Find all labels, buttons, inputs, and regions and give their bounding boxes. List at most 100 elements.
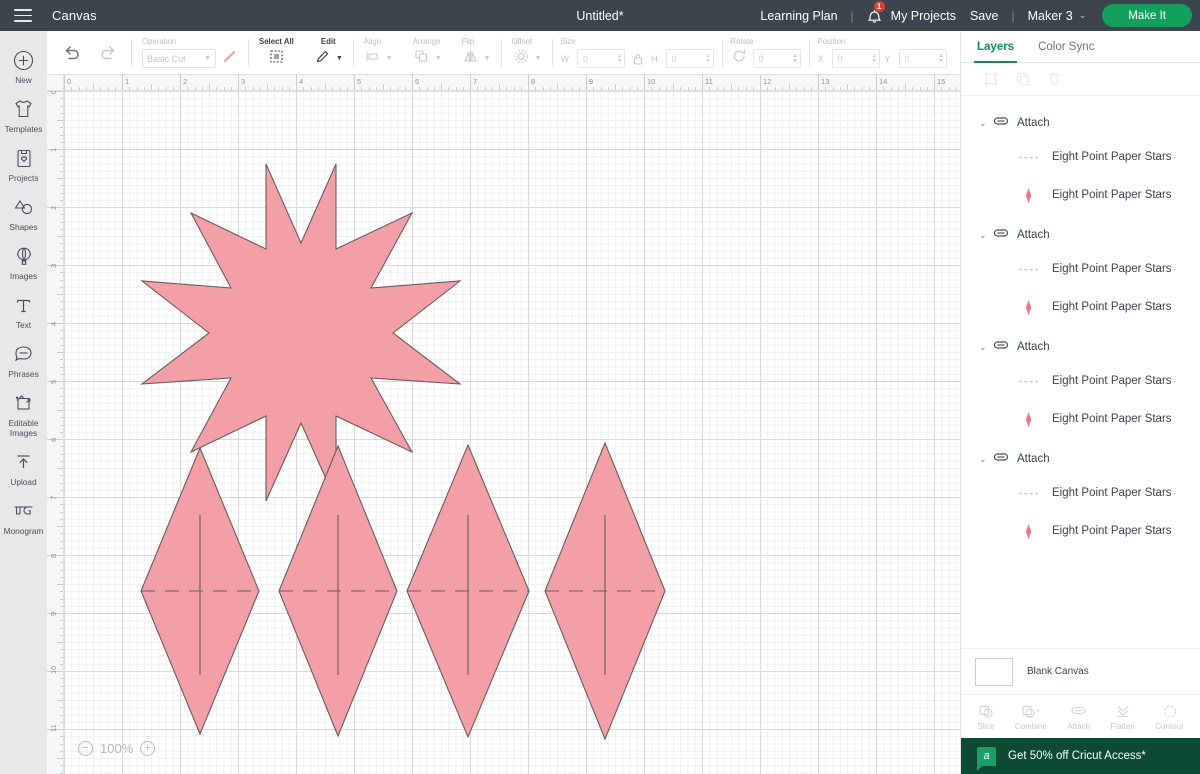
layer-item-cut[interactable]: Eight Point Paper Stars bbox=[961, 288, 1200, 326]
notification-bell-icon[interactable]: 1 bbox=[867, 0, 885, 24]
tab-layers[interactable]: Layers bbox=[973, 31, 1018, 63]
cricut-access-promo-banner[interactable]: a Get 50% off Cricut Access* bbox=[961, 738, 1200, 774]
rail-item-monogram[interactable]: Monogram bbox=[0, 492, 47, 541]
y-input[interactable]: 0 ▲ ▼ bbox=[898, 49, 947, 68]
diamond-shape-3[interactable] bbox=[406, 443, 530, 739]
layer-group-attach[interactable]: ⌄ Attach bbox=[961, 332, 1200, 362]
diamond-shape-2[interactable] bbox=[278, 444, 398, 738]
layer-item-cut[interactable]: Eight Point Paper Stars bbox=[961, 400, 1200, 438]
stepper-icon[interactable]: ▲ ▼ bbox=[872, 53, 877, 64]
align-icon[interactable] bbox=[364, 49, 381, 69]
blank-canvas-label: Blank Canvas bbox=[1027, 666, 1089, 677]
ruler-minor-tick bbox=[136, 87, 138, 90]
rail-item-upload[interactable]: Upload bbox=[0, 443, 47, 492]
x-input[interactable]: 0 ▲ ▼ bbox=[831, 49, 880, 68]
layer-group-attach[interactable]: ⌄ Attach bbox=[961, 108, 1200, 138]
layers-list[interactable]: ⌄ Attach Eight Point Paper Stars Eight P… bbox=[961, 96, 1200, 648]
layer-group-attach[interactable]: ⌄ Attach bbox=[961, 220, 1200, 250]
attach-paperclip-icon bbox=[993, 114, 1010, 132]
canvas-color-swatch[interactable] bbox=[975, 657, 1013, 686]
chevron-down-icon[interactable]: ⌄ bbox=[979, 230, 993, 241]
ruler-tick bbox=[354, 75, 355, 90]
offset-icon[interactable] bbox=[512, 48, 530, 70]
rail-item-text[interactable]: Text bbox=[0, 286, 47, 335]
chevron-down-icon[interactable]: ▼ bbox=[484, 55, 491, 62]
contour-button[interactable]: Contour bbox=[1155, 703, 1184, 731]
edit-group[interactable]: Edit ▼ bbox=[304, 31, 353, 75]
rotate-input[interactable]: 0 ▲ ▼ bbox=[752, 49, 801, 68]
operation-select[interactable]: Basic Cut ▼ bbox=[142, 49, 216, 68]
rail-item-images[interactable]: Images bbox=[0, 237, 47, 286]
hamburger-menu-icon[interactable] bbox=[14, 9, 32, 22]
height-input[interactable]: 0 ▲ ▼ bbox=[665, 49, 714, 68]
undo-button[interactable] bbox=[63, 45, 82, 60]
blank-canvas-row[interactable]: Blank Canvas bbox=[961, 648, 1200, 694]
rail-label: New bbox=[15, 75, 32, 85]
stepper-icon[interactable]: ▲ ▼ bbox=[793, 53, 798, 64]
stepper-icon[interactable]: ▲ ▼ bbox=[706, 53, 711, 64]
ruler-minor-tick bbox=[60, 315, 63, 317]
top-bar: Canvas Untitled* Learning Plan | 1 My Pr… bbox=[0, 0, 1200, 31]
layer-item-score[interactable]: Eight Point Paper Stars bbox=[961, 474, 1200, 512]
rail-item-projects[interactable]: Projects bbox=[0, 139, 47, 188]
machine-selector[interactable]: Maker 3 bbox=[1028, 9, 1073, 23]
layer-label: Eight Point Paper Stars bbox=[1052, 487, 1172, 499]
canvas-area[interactable]: 0 1 2 3 4 5 6 7 8 9 10 11 12 13 14 15 0 1 2 3 4 5 6 7 8 9 10 11 bbox=[47, 75, 960, 774]
my-projects-link[interactable]: My Projects bbox=[891, 9, 956, 23]
layer-item-score[interactable]: Eight Point Paper Stars bbox=[961, 138, 1200, 176]
chevron-down-icon[interactable]: ⌄ bbox=[979, 342, 993, 353]
rail-item-phrases[interactable]: Phrases bbox=[0, 335, 47, 384]
stepper-icon[interactable]: ▲ ▼ bbox=[617, 53, 622, 64]
width-input[interactable]: 0 ▲ ▼ bbox=[577, 49, 625, 68]
rotate-icon[interactable] bbox=[731, 48, 748, 69]
diamond-shape-1[interactable] bbox=[140, 446, 260, 736]
zoom-in-button[interactable]: + bbox=[140, 741, 156, 756]
redo-button[interactable] bbox=[98, 45, 117, 60]
eight-point-star-shape[interactable] bbox=[140, 163, 462, 502]
zoom-out-button[interactable]: − bbox=[78, 741, 93, 756]
rail-item-templates[interactable]: Templates bbox=[0, 90, 47, 139]
make-it-button[interactable]: Make It bbox=[1102, 4, 1192, 27]
pencil-icon[interactable] bbox=[314, 48, 331, 70]
arrange-icon[interactable] bbox=[413, 48, 430, 69]
save-button[interactable]: Save bbox=[970, 9, 999, 23]
chevron-down-icon[interactable]: ▼ bbox=[435, 55, 442, 62]
rail-item-new[interactable]: New bbox=[0, 41, 47, 90]
flatten-button[interactable]: Flatten bbox=[1110, 703, 1135, 731]
canvas-label[interactable]: Canvas bbox=[52, 8, 97, 23]
chevron-down-icon[interactable]: ▼ bbox=[336, 55, 343, 62]
diamond-shape-4[interactable] bbox=[544, 441, 666, 741]
combine-button[interactable]: Combine bbox=[1015, 703, 1047, 731]
chevron-down-icon[interactable]: ▼ bbox=[535, 55, 542, 62]
layer-group-attach[interactable]: ⌄ Attach bbox=[961, 444, 1200, 474]
attach-button[interactable]: Attach bbox=[1067, 703, 1090, 731]
ruler-minor-tick bbox=[600, 87, 602, 90]
layer-item-cut[interactable]: Eight Point Paper Stars bbox=[961, 512, 1200, 550]
layer-item-score[interactable]: Eight Point Paper Stars bbox=[961, 362, 1200, 400]
select-all-icon[interactable] bbox=[268, 48, 285, 70]
y-label: Y bbox=[884, 53, 891, 64]
chevron-down-icon[interactable]: ▼ bbox=[386, 55, 393, 62]
slice-button[interactable]: Slice bbox=[977, 703, 995, 731]
chevron-down-icon[interactable]: ⌄ bbox=[979, 118, 993, 129]
canvas-grid[interactable] bbox=[64, 91, 960, 774]
select-all-group[interactable]: Select All bbox=[249, 31, 304, 75]
flip-icon[interactable] bbox=[462, 48, 479, 69]
delete-trash-icon[interactable] bbox=[1047, 71, 1062, 87]
rail-item-shapes[interactable]: Shapes bbox=[0, 188, 47, 237]
duplicate-icon[interactable] bbox=[1015, 71, 1031, 87]
tab-color-sync[interactable]: Color Sync bbox=[1038, 31, 1094, 62]
learning-plan-link[interactable]: Learning Plan bbox=[760, 9, 837, 23]
rail-item-editable-images[interactable]: Editable Images bbox=[0, 384, 47, 443]
chevron-down-icon[interactable]: ⌄ bbox=[979, 454, 993, 465]
chevron-down-icon[interactable]: ⌄ bbox=[1079, 10, 1087, 21]
layer-item-cut[interactable]: Eight Point Paper Stars bbox=[961, 176, 1200, 214]
ruler-minor-tick bbox=[60, 286, 63, 288]
lock-icon[interactable] bbox=[630, 53, 646, 65]
ruler-minor-tick bbox=[57, 468, 63, 469]
group-icon[interactable] bbox=[983, 71, 999, 87]
stepper-icon[interactable]: ▲ ▼ bbox=[939, 53, 944, 64]
ruler-minor-tick bbox=[57, 584, 63, 585]
layer-item-score[interactable]: Eight Point Paper Stars bbox=[961, 250, 1200, 288]
pen-stroke-icon[interactable] bbox=[221, 48, 238, 70]
